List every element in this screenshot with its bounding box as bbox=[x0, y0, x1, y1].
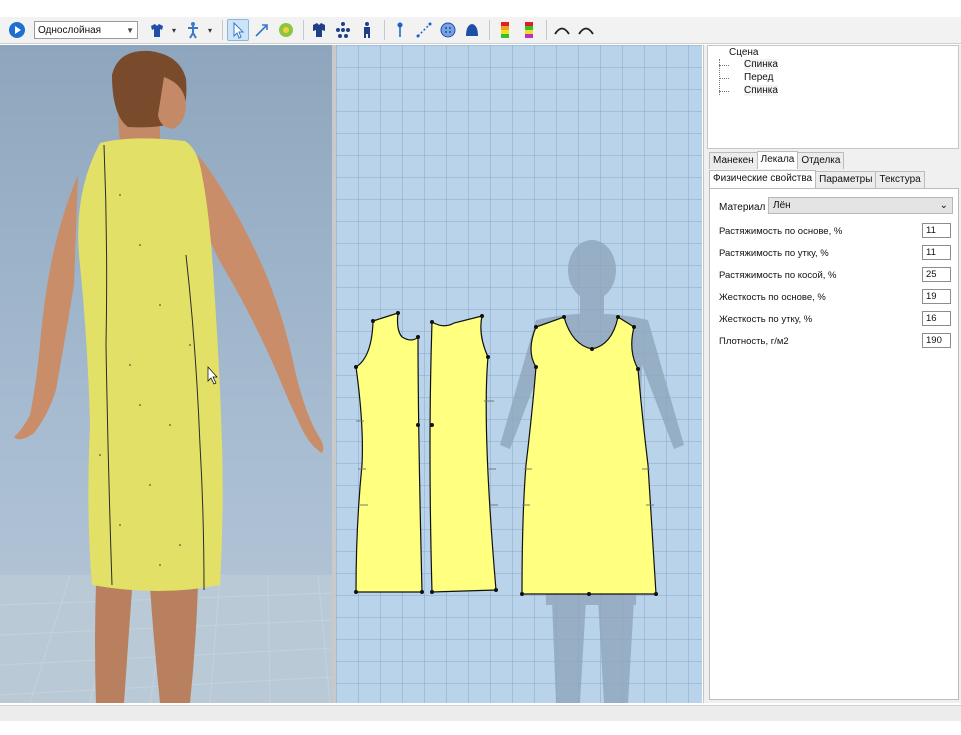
warp-stretch-input[interactable]: 11 bbox=[922, 223, 951, 238]
curve-left-button[interactable] bbox=[551, 19, 573, 41]
bell-tool-button[interactable] bbox=[461, 19, 483, 41]
warp-stiffness-input[interactable]: 19 bbox=[922, 289, 951, 304]
tab-patterns[interactable]: Лекала bbox=[756, 151, 799, 169]
tree-connector bbox=[719, 91, 729, 92]
toolbar-separator bbox=[384, 20, 385, 40]
shirt-icon bbox=[151, 24, 163, 37]
garment-dropdown[interactable]: ▾ bbox=[170, 19, 178, 41]
button-icon bbox=[440, 22, 456, 38]
toolbar-separator bbox=[303, 20, 304, 40]
pin-button[interactable] bbox=[389, 19, 411, 41]
tab-mannequin[interactable]: Манекен bbox=[709, 152, 758, 169]
toolbar-separator bbox=[489, 20, 490, 40]
material-value: Лён bbox=[773, 200, 791, 211]
tree-item-back-2[interactable]: Спинка bbox=[744, 85, 778, 96]
play-icon bbox=[9, 22, 25, 38]
3d-scene bbox=[0, 50, 332, 703]
bell-icon bbox=[466, 24, 478, 36]
prop-row-density: Плотность, г/м2 190 bbox=[719, 333, 951, 349]
mannequin-dropdown[interactable]: ▾ bbox=[206, 19, 214, 41]
prop-label: Плотность, г/м2 bbox=[719, 336, 789, 347]
tension-map-button[interactable] bbox=[494, 19, 516, 41]
points-icon bbox=[336, 22, 350, 38]
garment-button[interactable] bbox=[146, 19, 168, 41]
figure-button[interactable] bbox=[356, 19, 378, 41]
tab-parameters[interactable]: Параметры bbox=[815, 171, 877, 188]
gear-flower-icon bbox=[279, 23, 293, 37]
chevron-down-icon: ▼ bbox=[126, 25, 134, 35]
tab-finishing[interactable]: Отделка bbox=[797, 152, 845, 169]
garment-icon bbox=[313, 23, 325, 37]
prop-row-warp-stiffness: Жесткость по основе, % 19 bbox=[719, 289, 951, 305]
prop-row-weft-stiffness: Жесткость по утку, % 16 bbox=[719, 311, 951, 327]
measure-icon bbox=[416, 22, 432, 38]
mannequin-button[interactable] bbox=[182, 19, 204, 41]
toolbar-separator bbox=[222, 20, 223, 40]
pattern-canvas bbox=[354, 240, 684, 703]
tree-item-front[interactable]: Перед bbox=[744, 72, 774, 83]
tree-connector bbox=[719, 78, 729, 79]
curve-left-icon bbox=[554, 27, 570, 35]
select-tool-button[interactable] bbox=[227, 19, 249, 41]
toolbar: Однослойная ▼ ▾ ▾ bbox=[0, 17, 961, 44]
figure-icon bbox=[364, 22, 370, 38]
mannequin-icon bbox=[188, 22, 198, 39]
measure-button[interactable] bbox=[413, 19, 435, 41]
layer-mode-value: Однослойная bbox=[38, 24, 102, 36]
prop-label: Растяжимость по косой, % bbox=[719, 270, 837, 281]
left-arm bbox=[14, 175, 78, 440]
2d-pattern-viewport[interactable] bbox=[336, 45, 702, 703]
draw-tool-button[interactable] bbox=[251, 19, 273, 41]
prop-label: Жесткость по основе, % bbox=[719, 292, 826, 303]
tree-item-back-1[interactable]: Спинка bbox=[744, 59, 778, 70]
tab-physical-properties[interactable]: Физические свойства bbox=[709, 170, 817, 188]
prop-label: Растяжимость по основе, % bbox=[719, 226, 843, 237]
sub-tabs: Физические свойства Параметры Текстура bbox=[709, 170, 925, 189]
pin-icon bbox=[397, 22, 403, 37]
button-tool-button[interactable] bbox=[437, 19, 459, 41]
prop-row-warp-stretch: Растяжимость по основе, % 11 bbox=[719, 223, 951, 239]
select-arrow-icon bbox=[233, 21, 245, 39]
3d-viewport[interactable] bbox=[0, 45, 332, 703]
status-bar bbox=[0, 705, 961, 721]
tree-connector bbox=[719, 65, 729, 66]
app-window: Однослойная ▼ ▾ ▾ Сцена Спинка Перед Спи… bbox=[0, 0, 961, 735]
play-button[interactable] bbox=[6, 19, 28, 41]
main-tabs: Манекен Лекала Отделка bbox=[709, 151, 845, 170]
draw-arrow-icon bbox=[255, 24, 268, 37]
prop-row-bias-stretch: Растяжимость по косой, % 25 bbox=[719, 267, 951, 283]
weft-stretch-input[interactable]: 11 bbox=[922, 245, 951, 260]
physical-properties-form: Материал Лён ⌄ Растяжимость по основе, %… bbox=[709, 188, 959, 700]
density-input[interactable]: 190 bbox=[922, 333, 951, 348]
percent-map-icon bbox=[525, 22, 533, 38]
prop-row-weft-stretch: Растяжимость по утку, % 11 bbox=[719, 245, 951, 261]
dress-3d bbox=[78, 138, 223, 591]
material-select[interactable]: Лён ⌄ bbox=[768, 197, 953, 214]
tree-root-label[interactable]: Сцена bbox=[729, 47, 758, 58]
properties-panel: Сцена Спинка Перед Спинка Манекен Лекала… bbox=[703, 45, 961, 703]
tab-texture[interactable]: Текстура bbox=[875, 171, 925, 188]
layer-mode-select[interactable]: Однослойная ▼ bbox=[34, 21, 138, 39]
points-button[interactable] bbox=[332, 19, 354, 41]
curve-right-icon bbox=[578, 27, 594, 35]
pattern-piece-back-left[interactable] bbox=[355, 312, 423, 593]
scene-tree[interactable]: Сцена Спинка Перед Спинка bbox=[707, 45, 959, 149]
garment-view-button[interactable] bbox=[308, 19, 330, 41]
percent-map-button[interactable] bbox=[518, 19, 540, 41]
settings-button[interactable] bbox=[275, 19, 297, 41]
prop-label: Растяжимость по утку, % bbox=[719, 248, 829, 259]
curve-right-button[interactable] bbox=[575, 19, 597, 41]
toolbar-separator bbox=[546, 20, 547, 40]
bias-stretch-input[interactable]: 25 bbox=[922, 267, 951, 282]
weft-stiffness-input[interactable]: 16 bbox=[922, 311, 951, 326]
chevron-down-icon: ⌄ bbox=[939, 200, 948, 211]
prop-label: Жесткость по утку, % bbox=[719, 314, 813, 325]
material-label: Материал bbox=[719, 202, 766, 213]
tension-map-icon bbox=[501, 22, 509, 38]
